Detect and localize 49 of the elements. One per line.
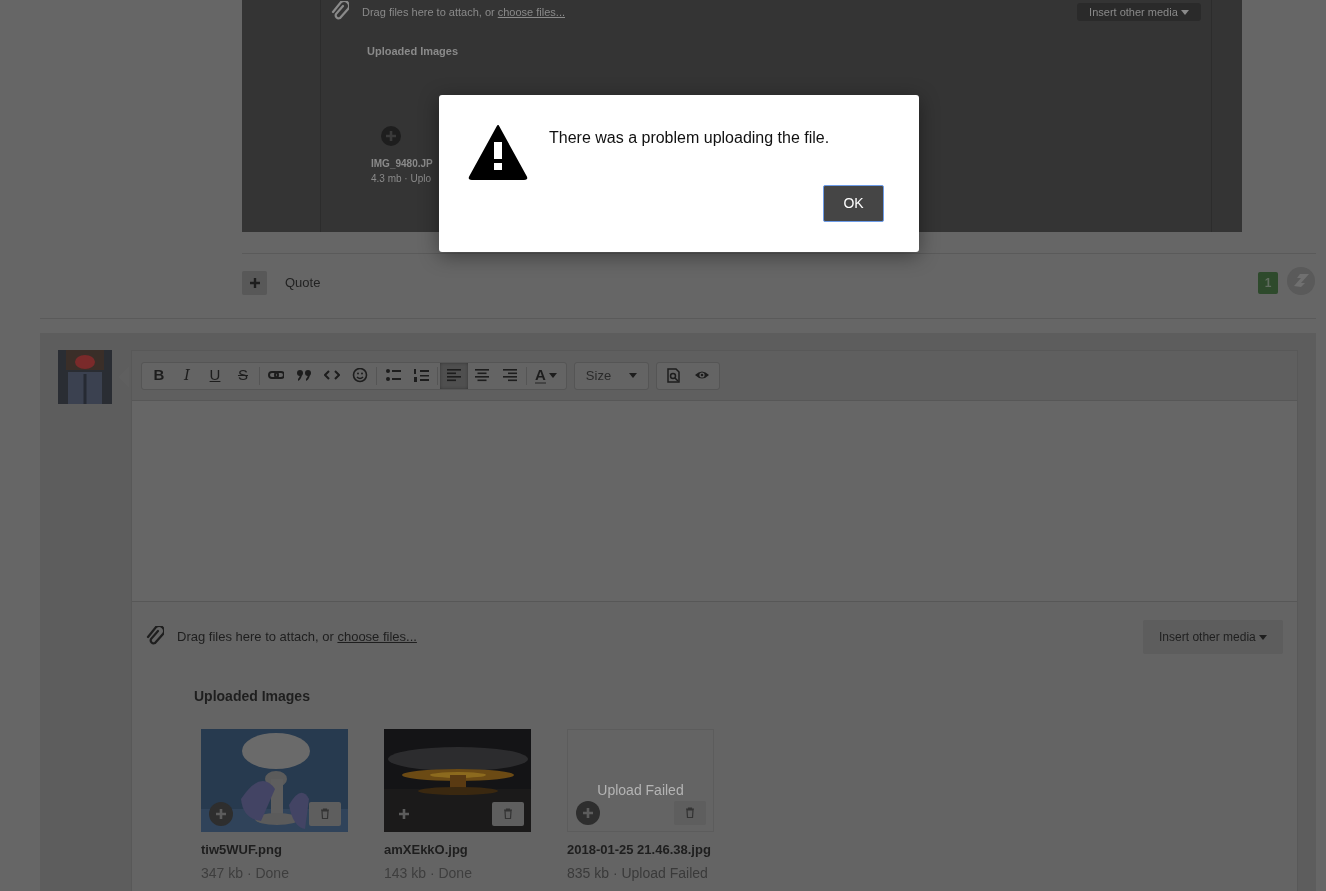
- align-center-icon: [474, 368, 490, 383]
- add-button[interactable]: [242, 271, 267, 295]
- warning-icon: [468, 124, 528, 180]
- choose-files-link[interactable]: choose files...: [497, 5, 565, 18]
- section-heading: Uploaded Images: [367, 45, 460, 59]
- attach-hint: Drag files here to attach, or choose files...: [177, 628, 417, 647]
- underline-button[interactable]: U: [201, 362, 229, 389]
- plus-icon: [248, 277, 261, 289]
- bold-button[interactable]: B: [145, 362, 173, 389]
- delete-button[interactable]: [309, 801, 341, 826]
- trash-icon: [685, 807, 695, 819]
- caret-icon: [1181, 9, 1189, 15]
- file-name: 2018-01-25 21.46.38.jpg: [567, 840, 712, 859]
- caret-icon: [548, 373, 557, 378]
- add-button[interactable]: [576, 800, 600, 825]
- file-name: tiw5WUF.png: [201, 840, 283, 859]
- bullet-list-icon: [385, 368, 401, 383]
- trash-icon: [503, 808, 513, 820]
- insert-media-button[interactable]: Insert other media: [1143, 620, 1283, 654]
- dialog-message: There was a problem uploading the file.: [549, 128, 830, 148]
- section-heading: Uploaded Images: [194, 688, 311, 705]
- plus-icon: [582, 806, 594, 819]
- attach-hint: Drag files here to attach, or choose files...: [362, 4, 565, 20]
- strikethrough-button[interactable]: S: [229, 362, 257, 389]
- upload-failed-label: Upload Failed: [597, 780, 684, 800]
- choose-files-link[interactable]: choose files...: [337, 629, 417, 645]
- file-meta: 4.3 mb · Uplo: [371, 172, 433, 187]
- file-name: amXEkkO.jpg: [384, 840, 469, 859]
- plus-icon: [398, 807, 410, 820]
- trash-icon: [320, 808, 330, 820]
- preview-icon: [666, 368, 683, 383]
- numbered-list-icon: [413, 368, 429, 383]
- smiley-icon: [352, 368, 368, 383]
- align-right-icon: [502, 368, 518, 383]
- ok-button[interactable]: OK: [823, 185, 884, 222]
- italic-button[interactable]: I: [173, 362, 201, 389]
- align-left-icon: [446, 368, 462, 383]
- text-color-button[interactable]: A: [529, 362, 563, 389]
- align-left-button[interactable]: [440, 362, 468, 389]
- quote-icon: [296, 368, 312, 383]
- quote-link[interactable]: Quote: [285, 273, 1258, 293]
- file-name: IMG_9480.JP: [371, 157, 433, 172]
- add-button[interactable]: [381, 126, 401, 147]
- plus-icon: [215, 807, 227, 820]
- delete-button[interactable]: [492, 801, 524, 826]
- caret-icon: [1259, 634, 1267, 640]
- caret-icon: [629, 373, 638, 378]
- insert-media-button[interactable]: Insert other media: [1077, 2, 1201, 22]
- delete-button[interactable]: [674, 800, 706, 825]
